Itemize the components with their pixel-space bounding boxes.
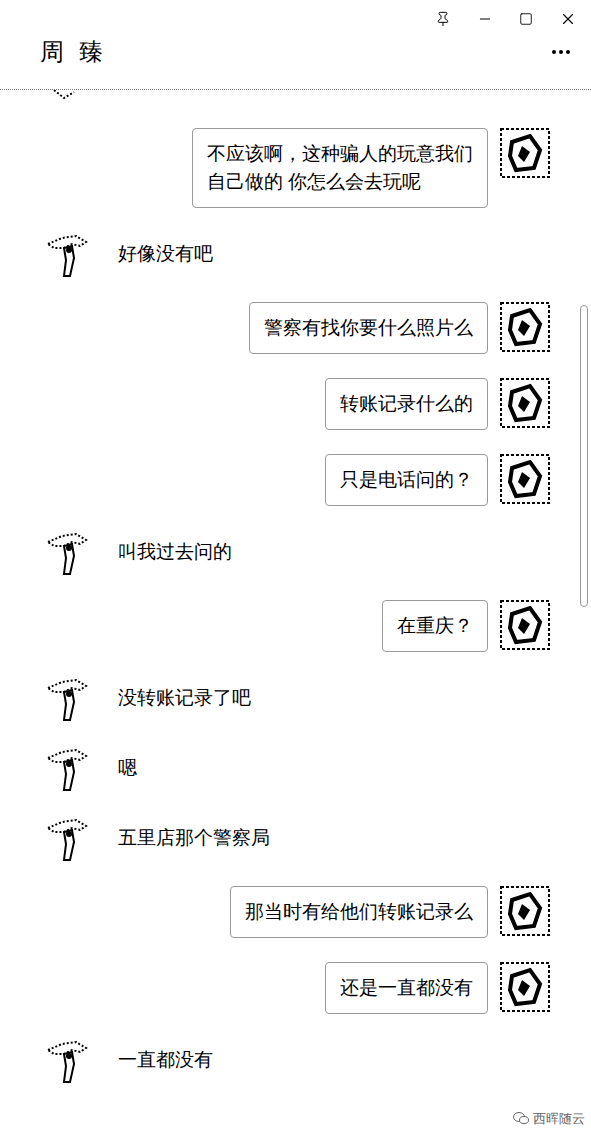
outgoing-message: 不应该啊，这种骗人的玩意我们 自己做的 你怎么会去玩呢 xyxy=(0,128,591,208)
outgoing-message: 还是一直都没有 xyxy=(0,962,591,1014)
outgoing-message: 转账记录什么的 xyxy=(0,378,591,430)
chat-window: 周 臻不应该啊，这种骗人的玩意我们 自己做的 你怎么会去玩呢好像没有吧警察有找你… xyxy=(0,0,591,1134)
chat-title: 周 臻 xyxy=(40,34,107,70)
incoming-message: 叫我过去问的 xyxy=(0,530,591,576)
outgoing-message: 警察有找你要什么照片么 xyxy=(0,302,591,354)
user-avatar-icon xyxy=(500,454,550,504)
message-bubble[interactable]: 那当时有给他们转账记录么 xyxy=(230,886,488,938)
wechat-icon xyxy=(513,1111,529,1125)
message-list: 不应该啊，这种骗人的玩意我们 自己做的 你怎么会去玩呢好像没有吧警察有找你要什么… xyxy=(0,90,591,1084)
contact-avatar-icon xyxy=(42,746,92,792)
incoming-message: 嗯 xyxy=(0,746,591,792)
outgoing-message: 在重庆？ xyxy=(0,600,591,652)
watermark: 西晖随云 xyxy=(513,1109,585,1129)
incoming-message: 一直都没有 xyxy=(0,1038,591,1084)
title-bar: 周 臻 xyxy=(0,0,591,90)
message-text[interactable]: 五里店那个警察局 xyxy=(118,816,270,860)
outgoing-message: 那当时有给他们转账记录么 xyxy=(0,886,591,938)
maximize-icon[interactable] xyxy=(519,12,533,26)
user-avatar-icon xyxy=(500,378,550,428)
contact-avatar-icon xyxy=(42,676,92,722)
message-bubble[interactable]: 还是一直都没有 xyxy=(325,962,488,1014)
user-avatar-icon xyxy=(500,128,550,178)
message-bubble[interactable]: 只是电话问的？ xyxy=(325,454,488,506)
contact-avatar-icon xyxy=(42,530,92,576)
contact-avatar-icon xyxy=(42,1038,92,1084)
pin-icon[interactable] xyxy=(435,11,451,27)
window-controls xyxy=(0,0,591,30)
message-text[interactable]: 没转账记录了吧 xyxy=(118,676,251,720)
contact-avatar-icon xyxy=(42,816,92,862)
message-bubble[interactable]: 在重庆？ xyxy=(382,600,488,652)
more-icon[interactable] xyxy=(549,40,573,64)
contact-avatar-icon xyxy=(42,232,92,278)
message-bubble[interactable]: 警察有找你要什么照片么 xyxy=(249,302,488,354)
message-text[interactable]: 一直都没有 xyxy=(118,1038,213,1082)
contact-avatar-icon xyxy=(50,90,80,100)
scrollbar[interactable] xyxy=(580,305,588,607)
incoming-message: 好像没有吧 xyxy=(0,232,591,278)
incoming-message: 五里店那个警察局 xyxy=(0,816,591,862)
message-bubble[interactable]: 不应该啊，这种骗人的玩意我们 自己做的 你怎么会去玩呢 xyxy=(192,128,488,208)
message-text[interactable]: 嗯 xyxy=(118,746,137,790)
message-text[interactable]: 好像没有吧 xyxy=(118,232,213,276)
close-icon[interactable] xyxy=(559,10,577,28)
user-avatar-icon xyxy=(500,886,550,936)
minimize-icon[interactable] xyxy=(477,11,493,27)
message-text[interactable]: 叫我过去问的 xyxy=(118,530,232,574)
user-avatar-icon xyxy=(500,962,550,1012)
user-avatar-icon xyxy=(500,302,550,352)
message-bubble[interactable]: 转账记录什么的 xyxy=(325,378,488,430)
incoming-message: 没转账记录了吧 xyxy=(0,676,591,722)
user-avatar-icon xyxy=(500,600,550,650)
outgoing-message: 只是电话问的？ xyxy=(0,454,591,506)
